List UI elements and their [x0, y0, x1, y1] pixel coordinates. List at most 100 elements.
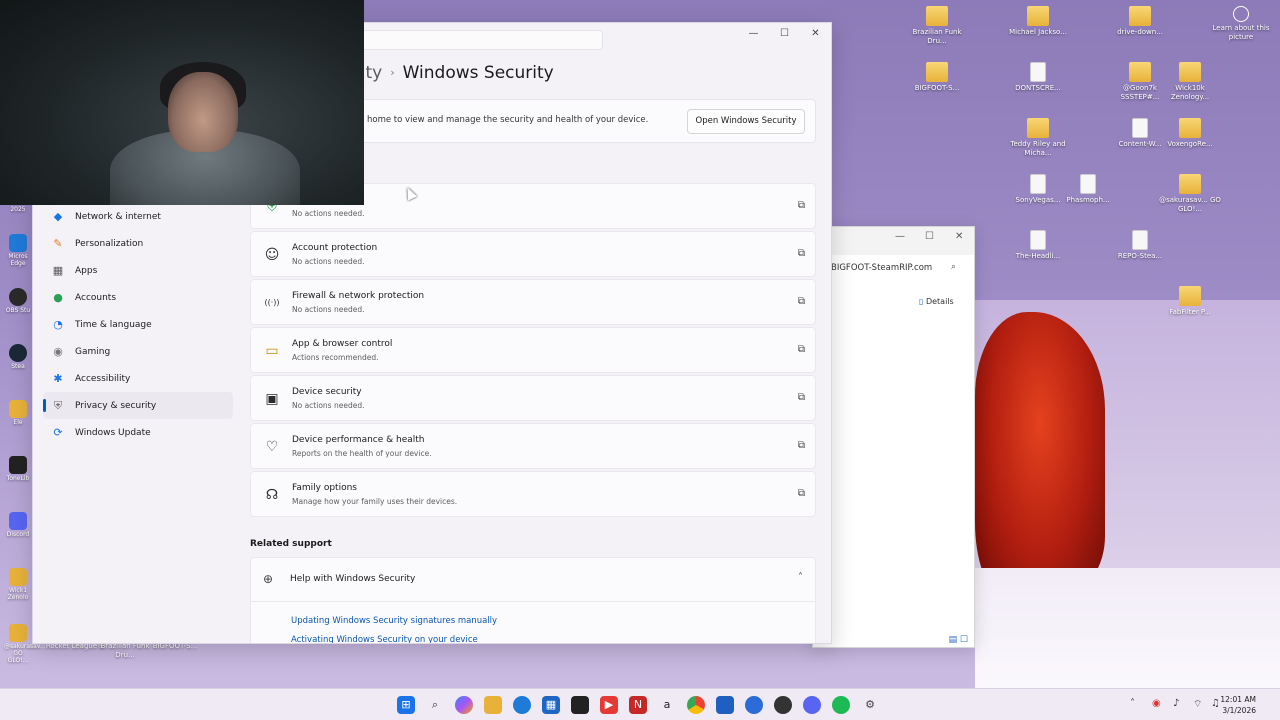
desktop-icon[interactable]: VoxengoRe...	[1155, 118, 1225, 149]
area-title: App & browser control	[292, 339, 393, 349]
sidebar-item-accounts[interactable]: ● Accounts	[43, 284, 233, 311]
explorer-address-bar[interactable]: BIGFOOT-SteamRIP.com	[831, 263, 932, 273]
search-icon[interactable]: ⌕	[951, 262, 956, 272]
volume-icon[interactable]: ♫	[1211, 698, 1220, 709]
help-link[interactable]: Updating Windows Security signatures man…	[291, 616, 497, 626]
minimize-icon[interactable]: —	[738, 23, 769, 45]
protection-area-row[interactable]: ♡ Device performance & health Reports on…	[250, 423, 816, 469]
globe-clock-icon: ◔	[53, 317, 63, 331]
folder-icon	[926, 6, 948, 26]
desktop-icon[interactable]: Stea	[4, 344, 32, 370]
maximize-icon[interactable]: ☐	[769, 23, 800, 45]
external-link-icon: ⧉	[797, 344, 805, 355]
sidebar-item-network[interactable]: ◆ Network & internet	[43, 203, 233, 230]
close-icon[interactable]: ✕	[955, 231, 963, 242]
update-icon: ⟳	[53, 425, 63, 439]
rocket-league-icon[interactable]	[745, 696, 763, 714]
store-icon[interactable]: ▦	[542, 696, 560, 714]
protection-area-row[interactable]: ☊ Family options Manage how your family …	[250, 471, 816, 517]
tray-app-icon[interactable]: ◉	[1152, 698, 1161, 709]
protection-area-row[interactable]: ▭ App & browser control Actions recommen…	[250, 327, 816, 373]
folder-icon	[9, 400, 27, 418]
desktop-icon[interactable]: Wick10k Zenology...	[1155, 62, 1225, 102]
desktop-icon[interactable]: Brazilian Funk Dru...	[902, 6, 972, 46]
file-explorer-icon[interactable]	[484, 696, 502, 714]
sidebar-item-apps[interactable]: ▦ Apps	[43, 257, 233, 284]
protection-area-row[interactable]: ▣ Device security No actions needed. ⧉	[250, 375, 816, 421]
brush-icon: ✎	[53, 236, 63, 250]
external-link-icon: ⧉	[797, 392, 805, 403]
desktop-icon[interactable]: Michael Jackso...	[1003, 6, 1073, 37]
area-title: Family options	[292, 483, 357, 493]
obs-icon[interactable]	[774, 696, 792, 714]
copilot-icon[interactable]	[455, 696, 473, 714]
desktop-icon[interactable]: 2025	[4, 206, 32, 213]
desktop-icon[interactable]: DONTSCRE...	[1003, 62, 1073, 93]
external-link-icon: ⧉	[797, 440, 805, 451]
desktop-icon[interactable]: Wick1 Zenolo	[4, 568, 32, 601]
sidebar-item-windows-update[interactable]: ⟳ Windows Update	[43, 419, 233, 446]
amazon-icon[interactable]: a	[658, 696, 676, 714]
desktop-icon[interactable]: @sakurasav... GO GLO!...	[4, 624, 46, 664]
edge-icon[interactable]	[513, 696, 531, 714]
app-icon[interactable]	[716, 696, 734, 714]
start-windows-icon[interactable]: ⊞	[397, 696, 415, 714]
help-title: Help with Windows Security	[290, 574, 416, 584]
desktop-icon[interactable]: Micros Edge	[4, 234, 32, 267]
chevron-up-icon[interactable]: ˄	[798, 572, 803, 583]
minimize-icon[interactable]: —	[895, 231, 905, 242]
folder-icon	[1027, 118, 1049, 138]
capcut-icon[interactable]	[571, 696, 589, 714]
search-icon[interactable]: ⌕	[426, 696, 444, 714]
protection-area-row[interactable]: ((·)) Firewall & network protection No a…	[250, 279, 816, 325]
microphone-icon[interactable]: ♪	[1173, 698, 1179, 709]
desktop-icon[interactable]: REPO-Stea...	[1105, 230, 1175, 261]
system-clock[interactable]: 12:01 AM 3/1/2026	[1220, 694, 1256, 716]
chevron-up-icon[interactable]: ˄	[1130, 698, 1135, 709]
sidebar-item-accessibility[interactable]: ✱ Accessibility	[43, 365, 233, 392]
file-explorer-window[interactable]: — ☐ ✕ BIGFOOT-SteamRIP.com ⌕ ▯ Details ▤…	[812, 226, 975, 648]
desktop-icon[interactable]: ToneLib	[4, 456, 32, 482]
open-windows-security-button[interactable]: Open Windows Security	[687, 109, 805, 134]
sidebar-item-time-language[interactable]: ◔ Time & language	[43, 311, 233, 338]
area-title: Device security	[292, 387, 362, 397]
details-button[interactable]: ▯ Details	[919, 297, 954, 306]
camera-icon	[1233, 6, 1249, 22]
desktop-icon-learn[interactable]: Learn about this picture	[1206, 6, 1276, 42]
view-toggle-icons[interactable]: ▤ ☐	[949, 635, 968, 645]
apps-icon: ▦	[52, 263, 64, 277]
sidebar-item-gaming[interactable]: ◉ Gaming	[43, 338, 233, 365]
desktop-icon[interactable]: The-Headli...	[1003, 230, 1073, 261]
desktop-icon[interactable]: OBS Stu	[4, 288, 32, 314]
spotify-icon[interactable]	[832, 696, 850, 714]
close-icon[interactable]: ✕	[800, 23, 831, 45]
area-status: No actions needed.	[292, 209, 365, 218]
desktop-icon[interactable]: BIGFOOT-S...	[902, 62, 972, 93]
maximize-icon[interactable]: ☐	[925, 231, 934, 242]
sidebar-item-personalization[interactable]: ✎ Personalization	[43, 230, 233, 257]
settings-sidebar: ◆ Network & internet ✎ Personalization ▦ Ap…	[43, 203, 233, 446]
area-status: No actions needed.	[292, 257, 365, 266]
netflix-icon[interactable]: N	[629, 696, 647, 714]
desktop-icon[interactable]: Phasmoph...	[1053, 174, 1123, 205]
sidebar-item-privacy-security[interactable]: ⛨ Privacy & security	[43, 392, 233, 419]
desktop-icon[interactable]: Ele	[4, 400, 32, 426]
desktop-icon[interactable]: Teddy Riley and Micha...	[1003, 118, 1073, 158]
chrome-icon[interactable]	[687, 696, 705, 714]
discord-icon[interactable]	[803, 696, 821, 714]
settings-gear-icon[interactable]: ⚙	[861, 696, 879, 714]
gamepad-icon: ◉	[53, 344, 63, 358]
area-title: Account protection	[292, 243, 378, 253]
wifi-icon[interactable]: ⌔	[1193, 698, 1202, 711]
desktop-icon[interactable]: FabFilter P...	[1155, 286, 1225, 317]
explorer-titlebar[interactable]: — ☐ ✕	[813, 227, 974, 255]
desktop-icon[interactable]: Discord	[4, 512, 32, 538]
youtube-icon[interactable]: ▶	[600, 696, 618, 714]
help-expander[interactable]: ⊕ Help with Windows Security ˄	[251, 558, 815, 602]
help-link[interactable]: Activating Windows Security on your devi…	[291, 635, 478, 643]
desktop-icon[interactable]: drive-down...	[1105, 6, 1175, 37]
desktop-icon[interactable]: @sakurasav... GO GLO!...	[1155, 174, 1225, 214]
protection-area-row[interactable]: ☺ Account protection No actions needed. …	[250, 231, 816, 277]
area-title: Device performance & health	[292, 435, 425, 445]
area-title: Firewall & network protection	[292, 291, 425, 301]
